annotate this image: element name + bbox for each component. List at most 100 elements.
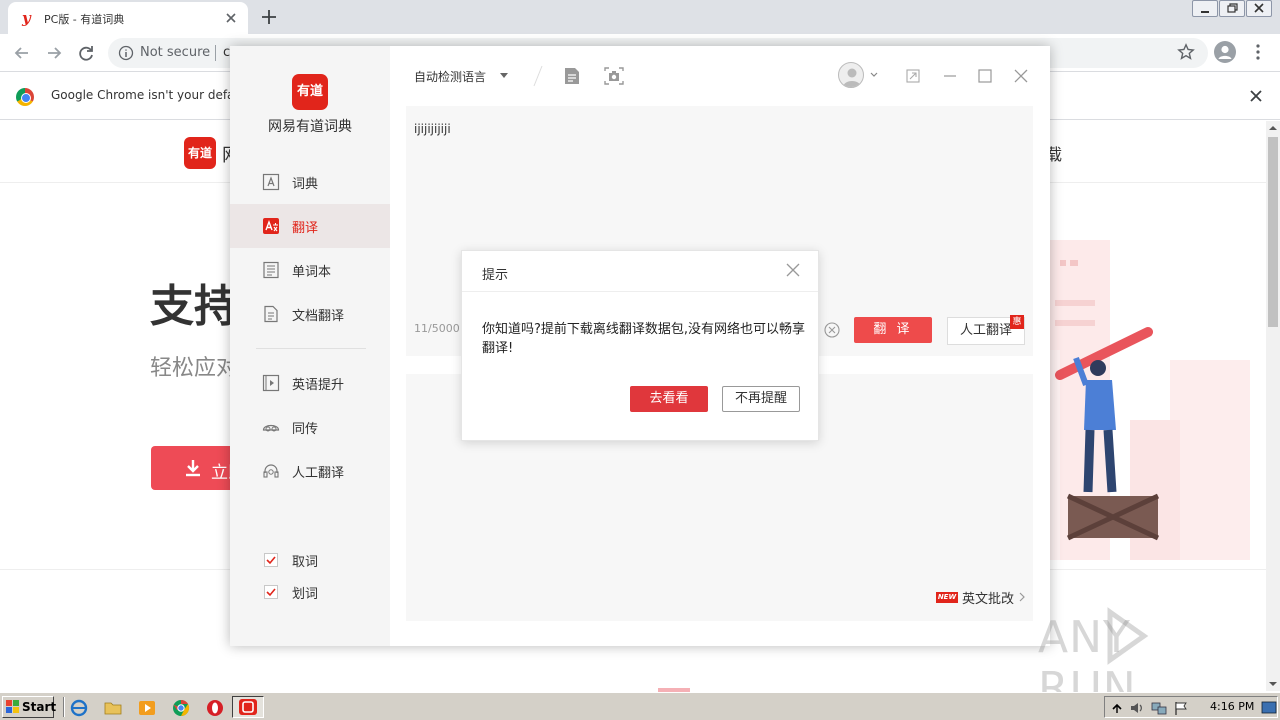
chrome-logo-icon	[16, 88, 34, 106]
close-window-icon[interactable]	[1246, 0, 1272, 17]
essay-correction-link[interactable]: 英文批改	[962, 588, 1014, 607]
minimize-icon[interactable]	[942, 68, 958, 84]
app-logo: 有道	[292, 74, 328, 110]
checkbox[interactable]	[264, 585, 278, 599]
media-player-icon[interactable]	[138, 699, 156, 717]
browser-tab[interactable]: y PC版 - 有道词典	[8, 2, 248, 34]
folder-icon[interactable]	[104, 699, 122, 717]
not-secure-label: Not secure	[140, 45, 211, 60]
translate-icon	[263, 218, 279, 234]
youdao-favicon-icon: y	[22, 9, 31, 27]
show-desktop-icon[interactable]	[1261, 700, 1277, 716]
minimize-window-icon[interactable]	[1192, 0, 1218, 17]
scroll-thumb[interactable]	[1268, 137, 1278, 327]
taskbar-clock: 4:16 PM	[1210, 700, 1255, 713]
chevron-down-icon[interactable]	[500, 73, 508, 79]
toolbar-separator	[533, 65, 543, 87]
browser-tab-strip: y PC版 - 有道词典	[0, 0, 1280, 34]
sidebar-item-wordbook[interactable]: 单词本	[230, 248, 390, 292]
infobar-close-icon[interactable]	[1249, 89, 1263, 103]
screenshot-translate-icon[interactable]	[604, 67, 624, 85]
tab-close-icon[interactable]	[224, 11, 238, 25]
user-avatar-icon[interactable]	[838, 62, 864, 88]
sidebar-item-english-improve[interactable]: 英语提升	[230, 361, 390, 405]
sidebar-item-label: 文档翻译	[292, 309, 345, 324]
wordbook-icon	[263, 261, 279, 279]
restore-window-icon[interactable]	[1219, 0, 1245, 17]
char-count: 11/5000	[414, 322, 460, 335]
source-text[interactable]: ijijijijiji	[414, 122, 451, 136]
sidebar-item-translate[interactable]: 翻译	[230, 204, 390, 248]
translate-button[interactable]: 翻 译	[854, 317, 932, 343]
document-icon[interactable]	[564, 67, 580, 85]
checkbox-label: 取词	[292, 555, 319, 570]
page-scrollbar[interactable]	[1266, 121, 1280, 691]
opera-icon[interactable]	[206, 699, 224, 717]
tray-expand-icon[interactable]	[1109, 700, 1125, 716]
language-select[interactable]: 自动检测语言	[414, 68, 486, 85]
windows-taskbar: Start 4:16 PM	[0, 692, 1280, 720]
new-badge: NEW	[936, 592, 958, 603]
sidebar-item-dictionary[interactable]: 词典	[230, 160, 390, 204]
simultaneous-icon	[262, 424, 280, 432]
profile-avatar-icon[interactable]	[1214, 41, 1236, 63]
checkbox-label: 划词	[292, 587, 319, 602]
view-now-button[interactable]: 去看看	[630, 386, 708, 412]
maximize-icon[interactable]	[977, 68, 993, 84]
sidebar-item-human-translate[interactable]: 人工翻译	[230, 449, 390, 493]
new-tab-icon[interactable]	[260, 8, 278, 26]
dictionary-icon	[262, 173, 280, 191]
mini-mode-icon[interactable]	[905, 68, 921, 84]
scroll-down-icon[interactable]	[1266, 677, 1280, 691]
website-logo[interactable]: 有道	[184, 137, 216, 169]
taskbar-youdao-button[interactable]	[232, 696, 264, 718]
sidebar-item-label: 词典	[292, 177, 319, 192]
sidebar-item-label: 单词本	[292, 265, 332, 280]
taskbar-separator	[63, 697, 65, 717]
browser-menu-icon[interactable]	[1256, 44, 1260, 60]
anyrun-watermark: ANY RUN	[1038, 606, 1238, 714]
hero-title: 支持	[150, 281, 238, 332]
video-course-icon	[262, 374, 280, 392]
headset-icon	[263, 464, 279, 478]
dont-remind-button[interactable]: 不再提醒	[722, 386, 800, 412]
discount-badge: 惠	[1010, 315, 1024, 329]
reload-icon[interactable]	[76, 43, 96, 63]
dialog-message: 你知道吗?提前下载离线翻译数据包,没有网络也可以畅享翻译!	[482, 322, 806, 356]
start-label: Start	[22, 700, 57, 714]
sidebar-item-label: 人工翻译	[292, 466, 345, 481]
volume-icon[interactable]	[1129, 700, 1145, 716]
sidebar-divider	[256, 348, 366, 349]
windows-logo-icon	[6, 700, 19, 713]
checkbox[interactable]	[264, 553, 278, 567]
info-icon[interactable]	[118, 45, 134, 61]
sidebar-item-simultaneous[interactable]: 同传	[230, 405, 390, 449]
scroll-up-icon[interactable]	[1266, 121, 1280, 135]
chevron-right-icon[interactable]	[1019, 592, 1025, 602]
browser-window-controls	[1191, 0, 1272, 18]
start-button[interactable]: Start	[2, 696, 57, 718]
hero-subtitle: 轻松应对	[150, 356, 239, 381]
flag-icon[interactable]	[1173, 700, 1189, 716]
network-icon[interactable]	[1151, 700, 1167, 716]
infobar-message: Google Chrome isn't your default	[51, 88, 251, 102]
download-icon	[186, 460, 200, 477]
tip-dialog: 提示 你知道吗?提前下载离线翻译数据包,没有网络也可以畅享翻译! 去看看 不再提…	[461, 250, 819, 441]
internet-explorer-icon[interactable]	[70, 699, 88, 717]
sidebar-item-document-translate[interactable]: 文档翻译	[230, 292, 390, 336]
bookmark-star-icon[interactable]	[1177, 43, 1195, 61]
close-icon[interactable]	[1013, 68, 1029, 84]
close-icon[interactable]	[786, 263, 800, 277]
app-sidebar: 有道 网易有道词典 词典 翻译 单词本 文档翻译 英语提升 同传 人工翻译 取词…	[230, 46, 390, 646]
clear-input-icon[interactable]	[824, 322, 840, 338]
tab-title: PC版 - 有道词典	[44, 13, 125, 26]
forward-icon[interactable]	[44, 43, 64, 63]
youdao-taskbar-icon	[239, 699, 257, 715]
document-translate-icon	[264, 305, 278, 323]
sidebar-item-label: 翻译	[292, 221, 319, 236]
back-icon[interactable]	[12, 43, 32, 63]
dialog-title: 提示	[482, 268, 509, 283]
chrome-taskbar-icon[interactable]	[172, 699, 190, 717]
chevron-down-icon[interactable]	[870, 72, 878, 78]
sidebar-item-label: 同传	[292, 422, 319, 437]
